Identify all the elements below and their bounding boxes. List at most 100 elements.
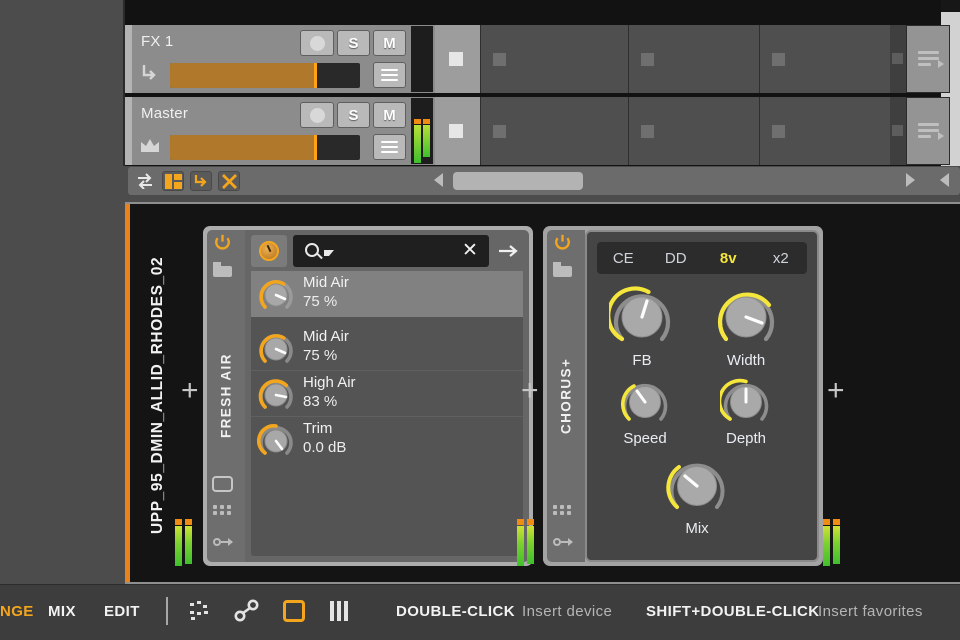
three-bars-icon[interactable]	[330, 599, 352, 623]
mode-selector[interactable]: CE DD 8v x2	[597, 242, 807, 274]
grid-dots-icon[interactable]	[553, 505, 572, 520]
clear-search-icon[interactable]: ✕	[461, 241, 479, 260]
volume-fader[interactable]	[170, 135, 360, 160]
send-list-icon	[918, 123, 939, 139]
clip-slot-marker	[449, 52, 463, 66]
track-meter	[411, 26, 433, 92]
clip-slot[interactable]	[890, 25, 906, 93]
rounded-square-icon[interactable]	[283, 600, 305, 622]
clip-slot-marker	[449, 124, 463, 138]
preset-knob-button[interactable]	[251, 235, 287, 267]
parameter-name: Mid Air	[303, 328, 349, 345]
knob-label-mix: Mix	[685, 520, 709, 537]
mode-button-8v[interactable]: 8v	[702, 242, 755, 274]
knob-width[interactable]	[713, 284, 779, 350]
track-menu-button[interactable]	[373, 62, 406, 88]
knob-fb[interactable]	[606, 284, 675, 350]
clip-slot[interactable]	[628, 97, 759, 165]
track-header[interactable]: Master S M	[125, 97, 435, 165]
track-list-icon[interactable]	[162, 171, 184, 191]
search-dropdown-icon[interactable]	[324, 250, 334, 256]
scrollbar-thumb[interactable]	[453, 172, 583, 190]
device-fresh-air[interactable]: FRESH AIR ✕ Mid Air 75 % Mid Air 75 % Hi…	[203, 226, 533, 566]
parameter-list: Mid Air 75 % Mid Air 75 % High Air 83 % …	[251, 271, 523, 556]
device-body: CE DD 8v x2 FB Width Speed Depth Mix	[585, 230, 819, 562]
add-device-button-2[interactable]: +	[521, 376, 539, 406]
close-x-icon[interactable]	[218, 171, 240, 191]
status-arrange-label[interactable]: NGE	[0, 603, 34, 620]
add-device-button-1[interactable]: +	[181, 376, 199, 406]
clip-slot[interactable]	[890, 97, 906, 165]
mute-button[interactable]: M	[373, 102, 406, 128]
parameter-name: Trim	[303, 420, 333, 437]
parameter-value: 83 %	[303, 393, 338, 410]
arrow-down-bend-icon	[140, 63, 160, 85]
knob-label-width: Width	[726, 352, 766, 369]
expand-arrow-icon[interactable]	[495, 241, 523, 261]
track-name: Master	[141, 105, 189, 122]
track-send-button[interactable]	[906, 97, 950, 165]
status-mix-label[interactable]: MIX	[48, 603, 76, 620]
solo-button[interactable]: S	[337, 30, 370, 56]
track-name: FX 1	[141, 33, 174, 50]
track-menu-button[interactable]	[373, 134, 406, 160]
fader-handle[interactable]	[314, 135, 318, 160]
knob-mix[interactable]	[665, 454, 729, 518]
mode-button-x2[interactable]: x2	[755, 242, 808, 274]
list-icon	[381, 69, 398, 81]
parameter-knob[interactable]	[257, 330, 295, 368]
record-dot-icon	[309, 35, 325, 51]
search-field-wrap[interactable]: ✕	[293, 235, 489, 267]
parameter-value: 75 %	[303, 347, 338, 364]
record-arm-button[interactable]	[300, 102, 334, 128]
grid-dots-icon[interactable]	[213, 505, 232, 520]
record-arm-button[interactable]	[300, 30, 334, 56]
clip-slot[interactable]	[480, 25, 628, 93]
scroll-right-arrow[interactable]	[906, 173, 915, 187]
scroll-collapse-arrow[interactable]	[940, 173, 949, 187]
mode-button-ce[interactable]: CE	[597, 242, 650, 274]
add-device-button-3[interactable]: +	[827, 376, 845, 406]
status-bar: NGE MIX EDIT DOUBLE-CLICK Insert device …	[0, 584, 960, 640]
parameter-row[interactable]: Mid Air 75 %	[251, 325, 523, 371]
fader-handle[interactable]	[314, 63, 318, 88]
clip-slot[interactable]	[480, 97, 628, 165]
list-gap	[251, 317, 523, 325]
record-dot-icon	[309, 107, 325, 123]
clip-slot[interactable]	[628, 25, 759, 93]
swap-arrows-icon[interactable]	[134, 171, 156, 191]
knob-label-depth: Depth	[725, 430, 767, 447]
parameter-row[interactable]: High Air 83 %	[251, 371, 523, 417]
status-edit-label[interactable]: EDIT	[104, 603, 140, 620]
horizontal-scrollbar[interactable]	[453, 172, 913, 190]
scroll-left-arrow[interactable]	[434, 173, 443, 187]
knob-depth[interactable]	[717, 376, 772, 428]
parameter-name: Mid Air	[303, 274, 349, 291]
rounded-square-icon[interactable]	[212, 476, 233, 492]
solo-button[interactable]: S	[337, 102, 370, 128]
device-chorus[interactable]: CHORUS+ CE DD 8v x2 FB Width Speed Depth…	[543, 226, 823, 566]
hint-action-1: Insert device	[522, 603, 613, 620]
track-send-button[interactable]	[906, 25, 950, 93]
arrow-down-bend-icon[interactable]	[190, 171, 212, 191]
search-input[interactable]	[335, 239, 451, 263]
parameter-row[interactable]: Mid Air 75 %	[251, 271, 523, 317]
clip-slot[interactable]	[759, 97, 890, 165]
parameter-knob[interactable]	[257, 422, 295, 460]
track-header[interactable]: FX 1 S M	[125, 25, 435, 93]
key-arrow-icon[interactable]	[553, 536, 573, 548]
key-arrow-icon[interactable]	[213, 536, 233, 548]
track-color-strip	[125, 97, 132, 165]
knob-label-speed: Speed	[623, 430, 667, 447]
clip-slot[interactable]	[759, 25, 890, 93]
parameter-value: 0.0 dB	[303, 439, 347, 456]
mute-button[interactable]: M	[373, 30, 406, 56]
scatter-dots-icon[interactable]	[188, 599, 212, 623]
link-chain-icon[interactable]	[234, 599, 260, 623]
mode-button-dd[interactable]: DD	[650, 242, 703, 274]
volume-fader[interactable]	[170, 63, 360, 88]
parameter-knob[interactable]	[257, 376, 295, 414]
knob-speed[interactable]	[619, 376, 671, 428]
parameter-knob[interactable]	[257, 276, 295, 314]
parameter-row[interactable]: Trim 0.0 dB	[251, 417, 523, 463]
